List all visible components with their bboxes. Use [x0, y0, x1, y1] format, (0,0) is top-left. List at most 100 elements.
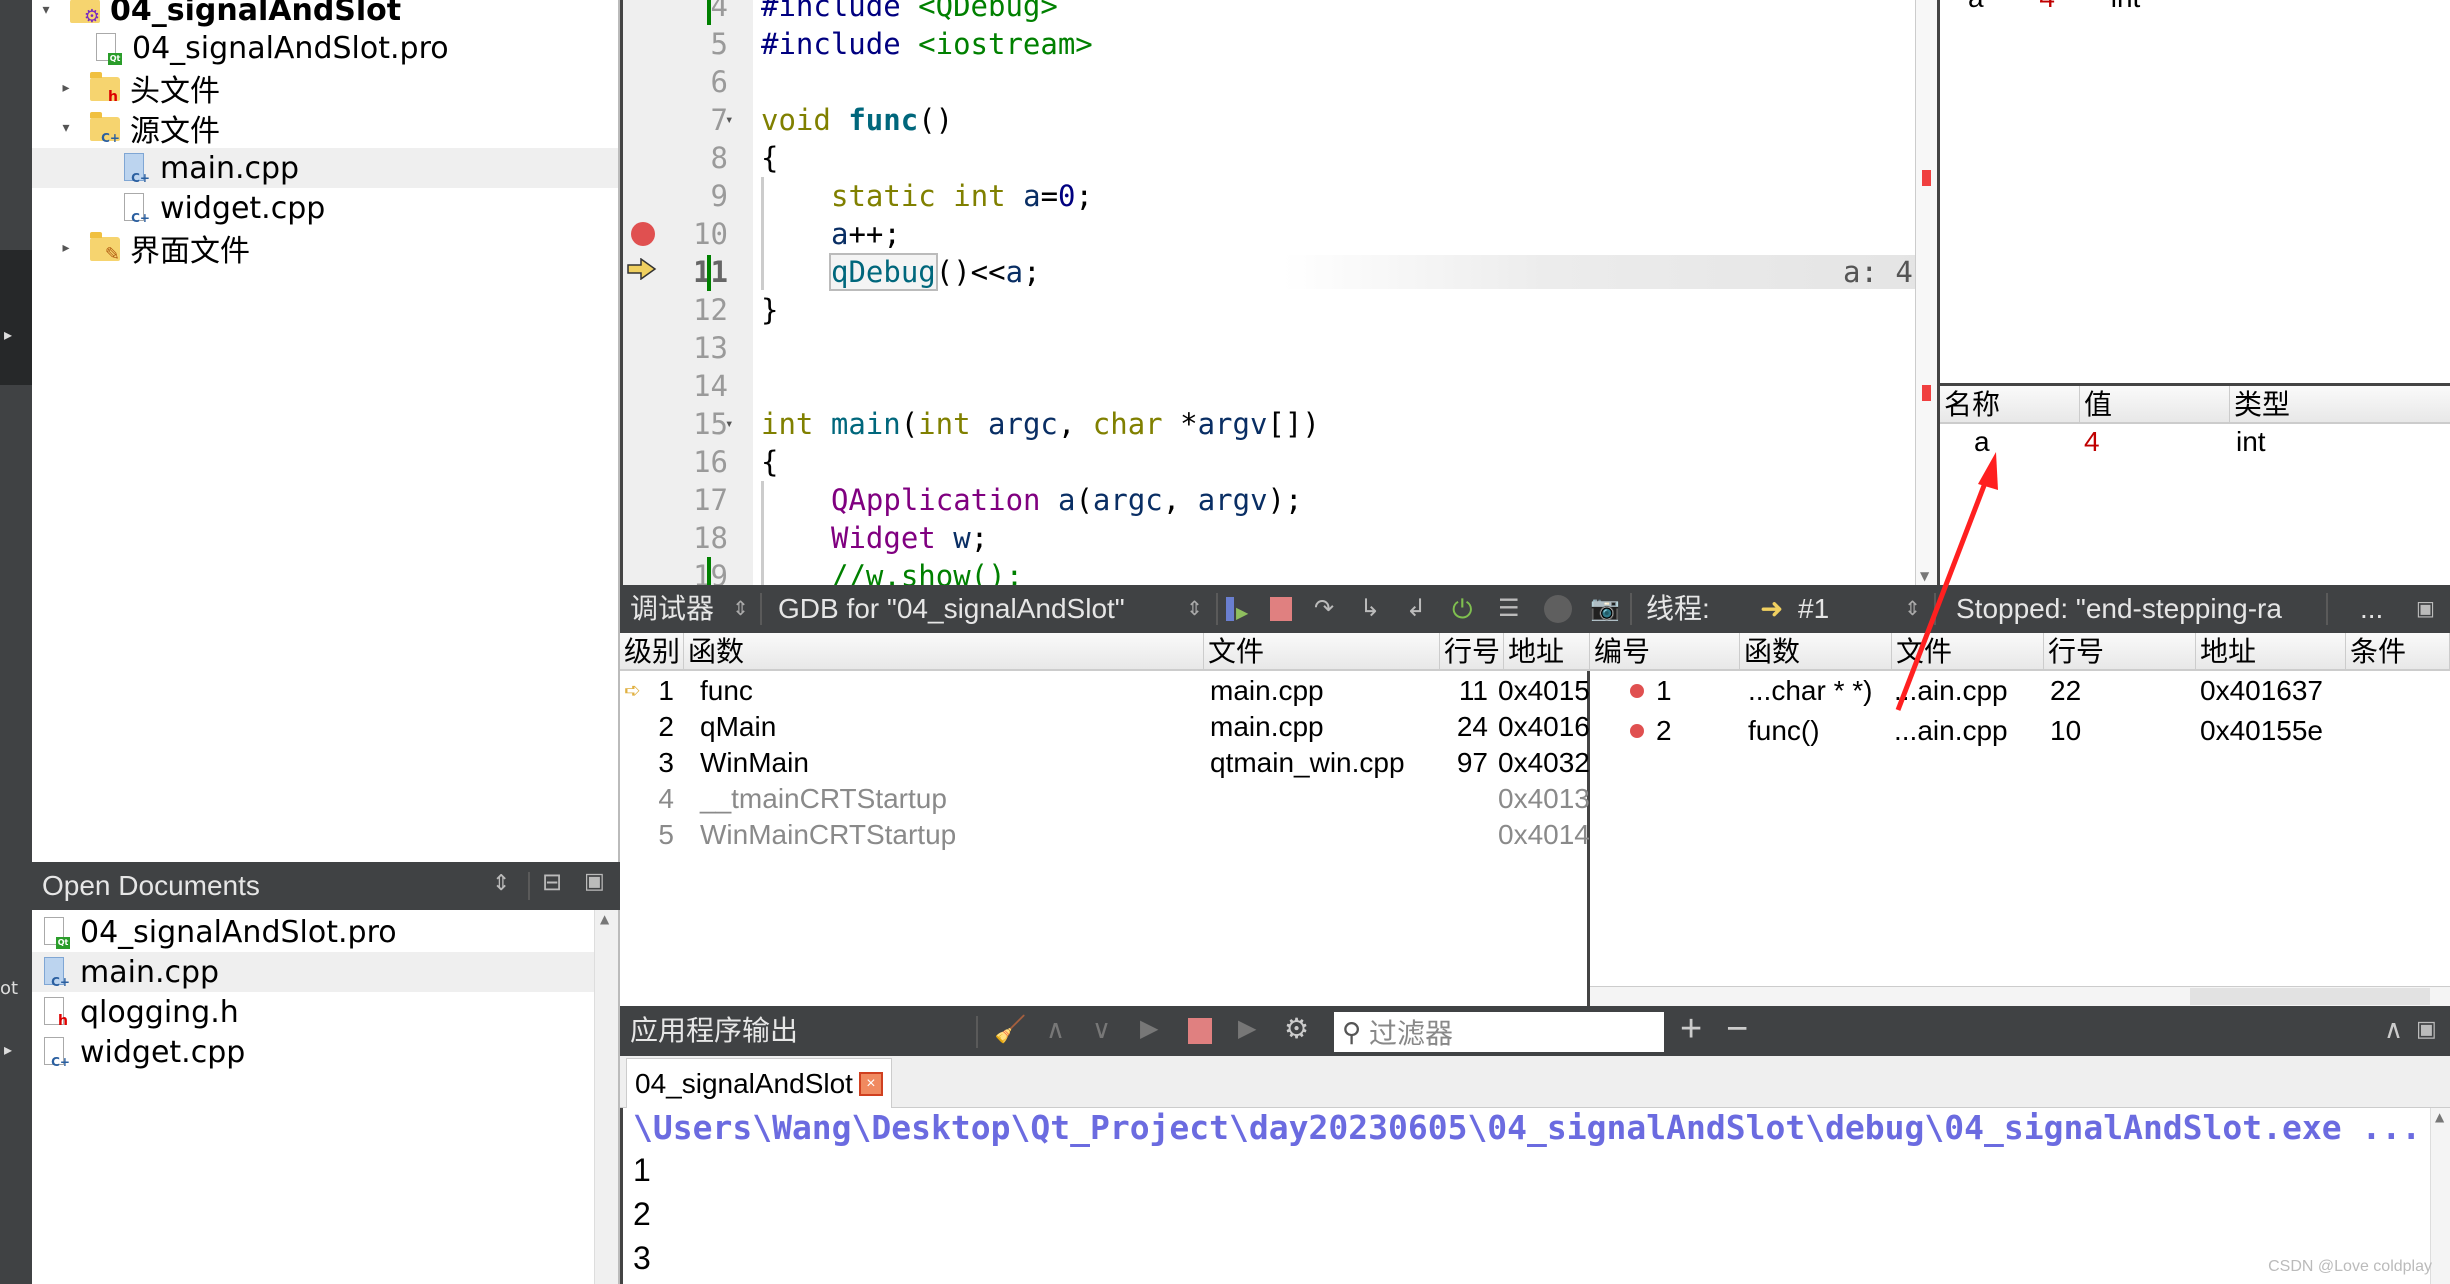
editor-scrollbar[interactable]: ▼ [1915, 0, 1937, 585]
breakpoint-cell-line[interactable]: 22 [2050, 673, 2081, 709]
stack-cell-level[interactable]: 1 [644, 673, 674, 709]
horizontal-scrollbar[interactable] [1590, 986, 2450, 1006]
stack-cell-function[interactable]: __tmainCRTStartup [700, 781, 1200, 817]
sort-updown-icon[interactable]: ⇕ [492, 870, 510, 896]
stack-cell-level[interactable]: 5 [644, 817, 674, 853]
column-header-type[interactable]: 类型 [2230, 386, 2450, 424]
step-into-icon[interactable]: ↳ [1360, 595, 1388, 623]
breakpoint-cell-number[interactable]: 1 [1656, 673, 1672, 709]
close-panel-icon[interactable]: ▣ [584, 868, 605, 894]
stack-cell-level[interactable]: 3 [644, 745, 674, 781]
continue-debug-icon[interactable]: ▶ [1224, 595, 1252, 623]
open-doc-item[interactable]: Qt 04_signalAndSlot.pro [32, 912, 618, 952]
column-header-name[interactable]: 名称 [1940, 386, 2080, 424]
column-header-number[interactable]: 编号 [1590, 633, 1740, 671]
close-panel-icon[interactable]: ▣ [2416, 585, 2435, 633]
stop-icon[interactable] [1188, 1018, 1212, 1044]
stack-cell-line[interactable]: 11 [1444, 673, 1488, 709]
stack-cell-level[interactable]: 4 [644, 781, 674, 817]
tree-item-headers-folder[interactable]: ▸ h 头文件 [32, 68, 618, 109]
clear-output-icon[interactable]: 🧹 [994, 1014, 1026, 1045]
stack-cell-file[interactable]: main.cpp [1210, 673, 1440, 709]
step-out-icon[interactable]: ↲ [1406, 595, 1434, 623]
column-header-file[interactable]: 文件 [1204, 633, 1440, 671]
remove-icon[interactable]: − [1726, 1008, 1748, 1051]
local-name[interactable]: a [1974, 424, 1990, 460]
stack-cell-address[interactable]: 0x401646 [1498, 709, 1621, 745]
step-over-icon[interactable]: ↷ [1314, 595, 1342, 623]
stack-cell-file[interactable] [1210, 817, 1440, 853]
stop-debug-icon[interactable] [1268, 595, 1296, 623]
scrollbar[interactable]: ▲ [594, 910, 618, 1284]
close-panel-icon[interactable]: ▣ [2416, 1016, 2437, 1042]
next-item-icon[interactable]: ∨ [1092, 1014, 1111, 1045]
tree-item-project[interactable]: ▾ ⚙ 04_signalAndSlot [32, 0, 618, 30]
stack-cell-address[interactable]: 0x4014cb [1498, 817, 1619, 853]
previous-item-icon[interactable]: ∧ [1046, 1014, 1065, 1045]
breakpoint-cell-function[interactable]: func() [1748, 713, 1820, 749]
rerun-icon[interactable]: ▶ [1140, 1014, 1158, 1043]
breakpoint-icon[interactable] [631, 222, 655, 246]
stack-cell-function[interactable]: WinMainCRTStartup [700, 817, 1200, 853]
fold-arrow-icon[interactable]: ▾ [725, 416, 733, 432]
sort-updown-icon[interactable]: ⇕ [732, 585, 749, 633]
stack-cell-line[interactable]: 24 [1444, 709, 1488, 745]
open-doc-item[interactable]: C+ main.cpp [32, 952, 594, 992]
attach-debugger-icon[interactable]: ▶ [1238, 1014, 1256, 1043]
engine-selector[interactable]: GDB for "04_signalAndSlot" [778, 585, 1125, 633]
stack-cell-file[interactable]: qtmain_win.cpp [1210, 745, 1440, 781]
column-header-file[interactable]: 文件 [1892, 633, 2044, 671]
column-header-function[interactable]: 函数 [1740, 633, 1892, 671]
chevron-down-icon[interactable]: ▾ [56, 120, 76, 136]
restart-icon[interactable]: ⏻ [1452, 595, 1480, 623]
tree-item-sources-folder[interactable]: ▾ C+ 源文件 [32, 108, 618, 149]
code-editor[interactable]: 4 5 6 7 ▾ 8 9 10 11 12 13 14 15 ▾ 16 17 … [620, 0, 1938, 593]
stack-cell-line[interactable]: 97 [1444, 745, 1488, 781]
sort-updown-icon[interactable]: ⇕ [1186, 585, 1203, 633]
open-doc-item[interactable]: C+ widget.cpp [32, 1032, 618, 1072]
chevron-right-icon[interactable]: ▸ [56, 240, 76, 256]
breakpoint-cell-line[interactable]: 10 [2050, 713, 2081, 749]
breakpoint-cell-address[interactable]: 0x40155e [2200, 713, 2323, 749]
output-tab[interactable]: 04_signalAndSlot × [626, 1058, 892, 1108]
chevron-down-icon[interactable]: ▾ [36, 2, 56, 18]
column-header-address[interactable]: 地址 [2196, 633, 2346, 671]
output-filter-input[interactable]: ⚲ 过滤器 [1334, 1012, 1664, 1052]
breakpoint-cell-address[interactable]: 0x401637 [2200, 673, 2323, 709]
column-header-line[interactable]: 行号 [1440, 633, 1504, 671]
open-doc-item[interactable]: h qlogging.h [32, 992, 618, 1032]
stack-cell-function[interactable]: WinMain [700, 745, 1200, 781]
stack-cell-function[interactable]: func [700, 673, 1200, 709]
stack-cell-address[interactable]: 0x4032cd [1498, 745, 1619, 781]
column-header-value[interactable]: 值 [2080, 386, 2230, 424]
stack-cell-line[interactable] [1444, 781, 1488, 817]
stack-cell-file[interactable] [1210, 781, 1440, 817]
tree-item-main-cpp[interactable]: C+ main.cpp [32, 148, 618, 188]
expand-arrow-icon[interactable]: ▸ [4, 325, 12, 344]
sort-updown-icon[interactable]: ⇕ [1904, 585, 1921, 633]
line-number-gutter[interactable]: 4 5 6 7 ▾ 8 9 10 11 12 13 14 15 ▾ 16 17 … [623, 0, 753, 593]
scrollbar[interactable]: ▲ [2430, 1108, 2450, 1284]
tree-item-pro-file[interactable]: Qt 04_signalAndSlot.pro [32, 28, 618, 68]
maximize-panel-icon[interactable]: ∧ [2384, 1014, 2403, 1045]
settings-gear-icon[interactable]: ⚙ [1284, 1012, 1309, 1045]
stack-cell-file[interactable]: main.cpp [1210, 709, 1440, 745]
more-button[interactable]: ... [2360, 585, 2383, 633]
scroll-down-icon[interactable]: ▼ [1920, 569, 1929, 583]
stack-cell-level[interactable]: 2 [644, 709, 674, 745]
expand-arrow-icon[interactable]: ▸ [4, 1040, 12, 1059]
local-value[interactable]: 4 [2084, 424, 2100, 460]
tree-item-forms-folder[interactable]: ▸ ✎ 界面文件 [32, 228, 618, 269]
chevron-right-icon[interactable]: ▸ [56, 80, 76, 96]
breakpoint-cell-file[interactable]: ...ain.cpp [1894, 713, 2008, 749]
stack-cell-line[interactable] [1444, 817, 1488, 853]
tree-item-widget-cpp[interactable]: C+ widget.cpp [32, 188, 618, 228]
column-header-level[interactable]: 级别 [620, 633, 684, 671]
column-header-function[interactable]: 函数 [684, 633, 1204, 671]
fold-arrow-icon[interactable]: ▾ [725, 112, 733, 128]
column-header-line[interactable]: 行号 [2044, 633, 2196, 671]
column-header-condition[interactable]: 条件 [2346, 633, 2450, 671]
output-pane[interactable]: \Users\Wang\Desktop\Qt_Project\day202306… [620, 1108, 2450, 1284]
reverse-debug-icon[interactable] [1544, 595, 1572, 623]
operate-by-instruction-icon[interactable]: ☰ [1498, 595, 1526, 623]
